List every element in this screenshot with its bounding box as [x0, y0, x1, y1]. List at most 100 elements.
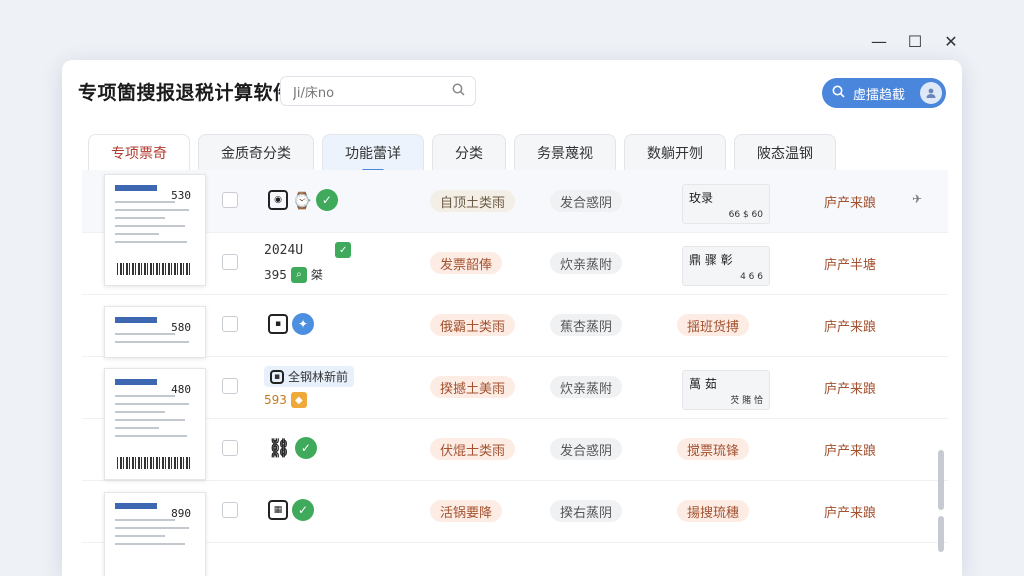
status-badge: 炊亲蒸附	[550, 376, 623, 398]
thumb-header	[115, 379, 157, 385]
source-label: 庐产来踉	[824, 506, 877, 521]
invoice-thumbnail[interactable]: 530	[104, 174, 206, 286]
preview-title: 萬 茹	[689, 377, 717, 391]
row-checkbox[interactable]	[222, 440, 238, 456]
thumb-line	[115, 333, 175, 335]
thumb-line	[115, 233, 159, 235]
status-badge: 揺班货搏	[677, 314, 750, 336]
tab-6[interactable]: 数躺开刎	[624, 134, 726, 171]
send-icon[interactable]: ✈	[912, 192, 922, 206]
row-sub-label: 桀	[310, 268, 323, 282]
tablet-icon: ▪	[268, 314, 288, 334]
table-row[interactable]: 2024U ✓ 395 ⌕ 桀 发票韶俸 炊亲蒸附 鼎 骤 彰 4 6 6 庐产…	[82, 232, 948, 295]
status-badge: 发合惑阴	[550, 190, 623, 212]
user-button-label: 虚擂趋截	[853, 87, 906, 103]
thumb-line	[115, 403, 189, 405]
preview-sub: 4 6 6	[740, 272, 763, 282]
invoice-preview[interactable]: 玫录 66 $ 60	[682, 184, 770, 224]
search-icon[interactable]	[452, 83, 465, 100]
status-badge: 伏焜士类雨	[430, 438, 516, 460]
row-code: 2024U	[264, 242, 304, 258]
tab-3[interactable]: 功能蕾详	[322, 134, 424, 172]
thumb-line	[115, 535, 165, 537]
status-badge: 发票韶俸	[430, 252, 503, 274]
status-badge: 活锅要降	[430, 500, 503, 522]
tab-bar: 专项票奇 金质奇分类 功能蕾详 分类 务景蔑视 数躺开刎 陂态温钢	[88, 134, 836, 172]
row-icons: ◉ ⌚ ✓	[268, 189, 338, 211]
camera-icon: ◉	[268, 190, 288, 210]
thumb-line	[115, 411, 165, 413]
tab-4[interactable]: 分类	[432, 134, 506, 171]
row-checkbox[interactable]	[222, 378, 238, 394]
thumb-header	[115, 503, 157, 509]
preview-title: 鼎 骤 彰	[689, 253, 733, 267]
maximize-icon[interactable]: ☐	[904, 30, 926, 52]
title-bar: 专项箇搜报退税计算软件功能 虚擂趋截	[62, 60, 962, 122]
row-sub-code: 593	[264, 393, 287, 407]
check-icon: ✓	[335, 242, 352, 258]
scrollbar-thumb[interactable]	[938, 450, 944, 510]
device-icon: ▪	[270, 369, 284, 384]
invoice-thumbnail[interactable]: 890	[104, 492, 206, 576]
row-text: ▪ 全钢林新前	[264, 366, 355, 387]
search-box[interactable]	[280, 76, 476, 106]
status-badge: 揆撼土美雨	[430, 376, 516, 398]
table-row[interactable]: ▪ ✦ 俄霸士类雨 蕉杏蒸阴 揺班货搏 庐产来踉	[82, 294, 948, 357]
invoice-thumbnail[interactable]: 580	[104, 306, 206, 358]
source-label: 庐产来踉	[824, 196, 877, 211]
minimize-icon[interactable]: —	[868, 30, 890, 52]
avatar-icon[interactable]	[920, 82, 942, 104]
status-badge: 炊亲蒸附	[550, 252, 623, 274]
row-checkbox[interactable]	[222, 192, 238, 208]
check-icon: ✓	[315, 189, 338, 211]
row-checkbox[interactable]	[222, 502, 238, 518]
invoice-table: ◉ ⌚ ✓ 自顶土类雨 发合惑阴 玫录 66 $ 60 庐产来踉 ✈ 2024U…	[82, 170, 948, 576]
watch-icon: ⌚	[292, 190, 312, 210]
source-label: 庐产来踉	[824, 382, 877, 397]
row-checkbox[interactable]	[222, 316, 238, 332]
thumb-line	[115, 527, 189, 529]
thumb-line	[115, 519, 175, 521]
close-icon[interactable]: ✕	[940, 30, 962, 52]
search-icon: ⌕	[290, 266, 307, 283]
status-badge: 揆右蒸阴	[550, 500, 623, 522]
row-checkbox[interactable]	[222, 254, 238, 270]
row-text: 2024U ✓	[264, 242, 352, 258]
invoice-preview[interactable]: 萬 茹 芡 賭 恰	[682, 370, 770, 410]
search-icon	[832, 85, 845, 102]
tab-1[interactable]: 专项票奇	[88, 134, 190, 171]
status-badge: 自顶土类雨	[430, 190, 516, 212]
table-row[interactable]: ▦ ✓ 活锅要降 揆右蒸阴 揚搜琉穗 庐产来踉	[82, 480, 948, 543]
invoice-preview[interactable]: 鼎 骤 彰 4 6 6	[682, 246, 770, 286]
tag-icon: ◆	[290, 392, 307, 408]
status-badge: 蕉杏蒸阴	[550, 314, 623, 336]
barcode	[117, 263, 191, 275]
status-badge: 揚搜琉穗	[677, 500, 750, 522]
check-icon: ✓	[294, 437, 317, 459]
scrollbar-thumb[interactable]	[938, 516, 944, 552]
status-badge: 俄霸士类雨	[430, 314, 516, 336]
link-icon: ⛓	[268, 437, 291, 459]
thumb-header	[115, 185, 157, 191]
search-input[interactable]	[291, 82, 445, 100]
invoice-thumbnail[interactable]: 480	[104, 368, 206, 480]
thumb-line	[115, 427, 159, 429]
table-row[interactable]: ◉ ⌚ ✓ 自顶土类雨 发合惑阴 玫录 66 $ 60 庐产来踉 ✈	[82, 170, 948, 233]
calendar-icon: ▦	[268, 500, 288, 520]
table-row[interactable]: ⛓ ✓ 伏焜士类雨 发合惑阴 搅票琉锋 庐产来踉	[82, 418, 948, 481]
tab-2[interactable]: 金质奇分类	[198, 134, 314, 171]
tab-5[interactable]: 务景蔑视	[514, 134, 616, 171]
preview-sub: 芡 賭 恰	[730, 396, 763, 406]
thumb-line	[115, 201, 175, 203]
source-label: 庐产来踉	[824, 320, 877, 335]
preview-sub: 66 $ 60	[728, 210, 763, 220]
thumb-line	[115, 341, 189, 343]
row-sub-code: 395	[264, 267, 287, 282]
source-label: 庐产半塘	[824, 258, 877, 273]
thumb-line	[115, 225, 185, 227]
check-icon: ✓	[292, 499, 314, 521]
user-button[interactable]: 虚擂趋截	[822, 78, 946, 108]
tab-7[interactable]: 陂态温钢	[734, 134, 836, 171]
thumb-line	[115, 241, 187, 243]
table-row[interactable]: ▪ 全钢林新前 593 ◆ 揆撼土美雨 炊亲蒸附 萬 茹 芡 賭 恰 庐产来踉	[82, 356, 948, 419]
